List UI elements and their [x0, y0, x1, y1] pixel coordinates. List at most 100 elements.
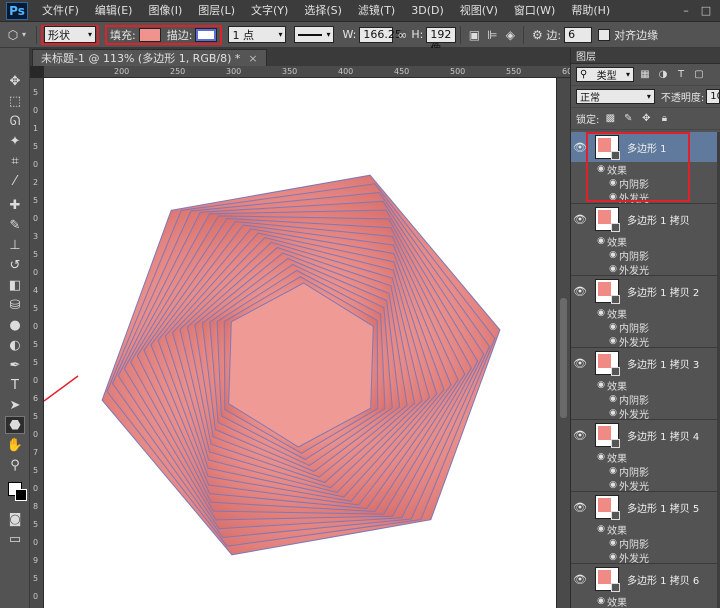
- maximize-icon[interactable]: □: [698, 4, 714, 18]
- path-alignment-icon[interactable]: ⊫: [483, 26, 501, 44]
- effect-inner-shadow-row[interactable]: ◉ 内阴影: [571, 464, 720, 479]
- eye-icon[interactable]: ◉: [607, 264, 619, 274]
- vertical-scrollbar[interactable]: [557, 78, 570, 608]
- effect-inner-shadow-row[interactable]: ◉ 内阴影: [571, 248, 720, 263]
- eye-icon[interactable]: 👁︎: [571, 285, 589, 298]
- stroke-type-dropdown[interactable]: ▾: [294, 26, 335, 43]
- eyedropper-tool-icon[interactable]: ⁄: [5, 172, 25, 190]
- effects-row[interactable]: ◉ 效果: [571, 306, 720, 321]
- healing-brush-tool-icon[interactable]: ✚: [5, 196, 25, 214]
- effect-outer-glow-row[interactable]: ◉ 外发光: [571, 190, 720, 205]
- close-icon[interactable]: ×: [248, 52, 257, 65]
- layers-panel-tab[interactable]: 图层: [571, 48, 720, 64]
- effect-inner-shadow-row[interactable]: ◉ 内阴影: [571, 536, 720, 551]
- eye-icon[interactable]: ◉: [607, 480, 619, 490]
- minimize-icon[interactable]: –: [678, 4, 694, 18]
- eye-icon[interactable]: ◉: [595, 596, 607, 606]
- eye-icon[interactable]: ◉: [607, 394, 619, 404]
- color-swatches-icon[interactable]: [5, 480, 27, 501]
- magic-wand-tool-icon[interactable]: ✦: [5, 132, 25, 150]
- layer-header[interactable]: 👁︎ 多边形 1: [571, 132, 720, 162]
- pen-tool-icon[interactable]: ✒: [5, 356, 25, 374]
- effect-outer-glow-row[interactable]: ◉ 外发光: [571, 478, 720, 493]
- eye-icon[interactable]: ◉: [595, 380, 607, 390]
- eye-icon[interactable]: ◉: [607, 538, 619, 548]
- history-brush-tool-icon[interactable]: ↺: [5, 256, 25, 274]
- menu-edit[interactable]: 编辑(E): [87, 0, 141, 22]
- gear-icon[interactable]: ⚙: [528, 26, 546, 44]
- filter-pixel-icon[interactable]: ▦: [638, 68, 652, 82]
- eye-icon[interactable]: ◉: [607, 250, 619, 260]
- polygon-tool-preset-icon[interactable]: ⬡: [4, 26, 22, 44]
- eye-icon[interactable]: ◉: [607, 466, 619, 476]
- eye-icon[interactable]: ◉: [607, 322, 619, 332]
- layer-row[interactable]: 👁︎ 多边形 1 拷贝 ◉ 效果 ◉ 内阴影 ◉ 外发光: [571, 204, 720, 277]
- menu-file[interactable]: 文件(F): [34, 0, 87, 22]
- layer-header[interactable]: 👁︎ 多边形 1 拷贝 6: [571, 564, 720, 594]
- filter-type-icon[interactable]: T: [674, 68, 688, 82]
- eye-icon[interactable]: 👁︎: [571, 141, 589, 154]
- clone-stamp-tool-icon[interactable]: ⊥: [5, 236, 25, 254]
- layer-header[interactable]: 👁︎ 多边形 1 拷贝 2: [571, 276, 720, 306]
- menu-3d[interactable]: 3D(D): [403, 0, 452, 22]
- lasso-tool-icon[interactable]: ᘏ: [5, 112, 25, 130]
- effects-row[interactable]: ◉ 效果: [571, 378, 720, 393]
- menu-window[interactable]: 窗口(W): [506, 0, 563, 22]
- menu-view[interactable]: 视图(V): [452, 0, 506, 22]
- mode-dropdown[interactable]: 形状 ▾: [44, 26, 97, 43]
- paint-bucket-tool-icon[interactable]: ⛁: [5, 296, 25, 314]
- path-arrangement-icon[interactable]: ◈: [501, 26, 519, 44]
- quick-mask-icon[interactable]: ◙: [5, 510, 25, 528]
- effect-outer-glow-row[interactable]: ◉ 外发光: [571, 406, 720, 421]
- document-tab[interactable]: 未标题-1 @ 113% (多边形 1, RGB/8) * ×: [32, 49, 267, 66]
- zoom-tool-icon[interactable]: ⚲: [5, 456, 25, 474]
- eye-icon[interactable]: 👁︎: [571, 357, 589, 370]
- dodge-tool-icon[interactable]: ◐: [5, 336, 25, 354]
- effect-outer-glow-row[interactable]: ◉ 外发光: [571, 334, 720, 349]
- type-tool-icon[interactable]: T: [5, 376, 25, 394]
- effects-row[interactable]: ◉ 效果: [571, 450, 720, 465]
- eye-icon[interactable]: ◉: [595, 236, 607, 246]
- eye-icon[interactable]: 👁︎: [571, 429, 589, 442]
- crop-tool-icon[interactable]: ⌗: [5, 152, 25, 170]
- layer-row[interactable]: 👁︎ 多边形 1 拷贝 5 ◉ 效果 ◉ 内阴影 ◉ 外发光: [571, 492, 720, 565]
- menu-type[interactable]: 文字(Y): [243, 0, 296, 22]
- layer-header[interactable]: 👁︎ 多边形 1 拷贝 3: [571, 348, 720, 378]
- effect-outer-glow-row[interactable]: ◉ 外发光: [571, 550, 720, 565]
- marquee-tool-icon[interactable]: ⬚: [5, 92, 25, 110]
- effects-row[interactable]: ◉ 效果: [571, 234, 720, 249]
- effect-inner-shadow-row[interactable]: ◉ 内阴影: [571, 176, 720, 191]
- effect-inner-shadow-row[interactable]: ◉ 内阴影: [571, 392, 720, 407]
- effects-row[interactable]: ◉ 效果: [571, 162, 720, 177]
- fill-color-swatch[interactable]: [138, 27, 161, 42]
- eye-icon[interactable]: ◉: [595, 524, 607, 534]
- eye-icon[interactable]: ◉: [595, 164, 607, 174]
- effect-inner-shadow-row[interactable]: ◉ 内阴影: [571, 320, 720, 335]
- eraser-tool-icon[interactable]: ◧: [5, 276, 25, 294]
- menu-image[interactable]: 图像(I): [140, 0, 190, 22]
- effect-outer-glow-row[interactable]: ◉ 外发光: [571, 262, 720, 277]
- opacity-field[interactable]: 100: [706, 89, 720, 104]
- layer-row[interactable]: 👁︎ 多边形 1 拷贝 4 ◉ 效果 ◉ 内阴影 ◉ 外发光: [571, 420, 720, 493]
- lock-position-icon[interactable]: ✥: [639, 112, 653, 126]
- eye-icon[interactable]: 👁︎: [571, 573, 589, 586]
- menu-layer[interactable]: 图层(L): [190, 0, 243, 22]
- blend-mode-dropdown[interactable]: 正常 ▾: [576, 89, 655, 104]
- eye-icon[interactable]: 👁︎: [571, 501, 589, 514]
- screen-mode-icon[interactable]: ▭: [5, 530, 25, 548]
- move-tool-icon[interactable]: ✥: [5, 72, 25, 90]
- scrollbar-thumb[interactable]: [560, 298, 567, 418]
- layer-header[interactable]: 👁︎ 多边形 1 拷贝 5: [571, 492, 720, 522]
- layer-header[interactable]: 👁︎ 多边形 1 拷贝 4: [571, 420, 720, 450]
- height-field[interactable]: 192 像: [426, 26, 457, 55]
- sides-field[interactable]: 6: [564, 26, 593, 43]
- align-edges-checkbox[interactable]: [598, 28, 611, 41]
- effects-row[interactable]: ◉ 效果: [571, 522, 720, 537]
- stroke-width-dropdown[interactable]: 1 点 ▾: [228, 26, 287, 43]
- effects-row[interactable]: ◉ 效果: [571, 594, 720, 608]
- filter-adjustment-icon[interactable]: ◑: [656, 68, 670, 82]
- lock-image-icon[interactable]: ✎: [621, 112, 635, 126]
- layer-row[interactable]: 👁︎ 多边形 1 拷贝 2 ◉ 效果 ◉ 内阴影 ◉ 外发光: [571, 276, 720, 349]
- eye-icon[interactable]: ◉: [595, 308, 607, 318]
- eye-icon[interactable]: ◉: [607, 552, 619, 562]
